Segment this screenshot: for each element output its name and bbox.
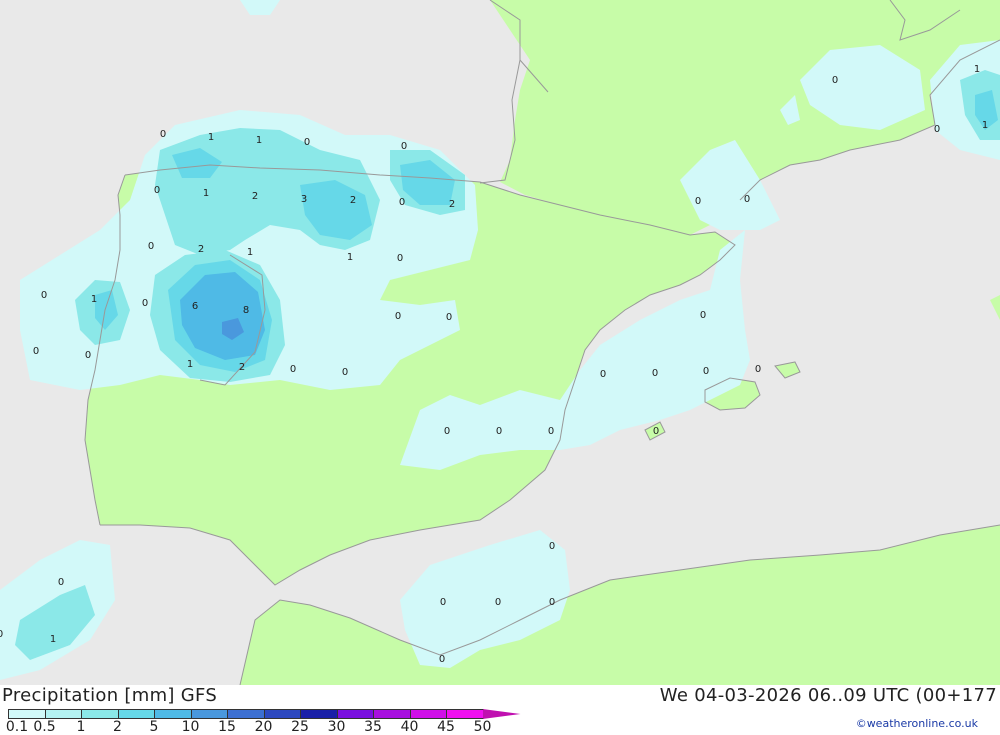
value-label: 0: [444, 426, 450, 437]
value-label: 3: [301, 194, 307, 205]
value-label: 2: [198, 244, 204, 255]
value-label: 2: [350, 195, 356, 206]
value-label: 0: [446, 312, 452, 323]
value-label: 0: [397, 253, 403, 264]
value-label: 0: [401, 141, 407, 152]
legend-swatch: [482, 709, 521, 719]
legend-swatch: [227, 709, 265, 719]
value-label: 0: [695, 196, 701, 207]
value-label: 0: [342, 367, 348, 378]
credit-link[interactable]: ©weatheronline.co.uk: [856, 717, 978, 730]
value-label: 1: [50, 634, 56, 645]
value-label: 0: [439, 654, 445, 665]
value-label: 0: [41, 290, 47, 301]
value-label: 0: [495, 597, 501, 608]
value-label: 0: [832, 75, 838, 86]
value-label: 1: [91, 294, 97, 305]
value-label: 0: [154, 185, 160, 196]
value-label: 0: [399, 197, 405, 208]
value-label: 1: [187, 359, 193, 370]
legend-swatch: [446, 709, 484, 719]
precipitation-map[interactable]: 0 1 1 0 0 0 1 2 3 2 0 2 0 2 1 1 0 0 1 0 6 8 0 0 0 0 1 2 0 0 0 0 0 0 0 0 0 0 0 0…: [0, 0, 1000, 685]
legend-swatch: [8, 709, 46, 719]
legend-swatch: [190, 709, 228, 719]
value-label: 0: [290, 364, 296, 375]
value-label: 2: [239, 362, 245, 373]
legend-swatch: [44, 709, 82, 719]
legend-swatch: [263, 709, 301, 719]
value-label: 2: [449, 199, 455, 210]
value-label: 6: [192, 301, 198, 312]
value-label: 0: [549, 597, 555, 608]
value-label: 0: [148, 241, 154, 252]
legend-swatch: [154, 709, 192, 719]
legend-swatch: [336, 709, 374, 719]
value-label: 0: [85, 350, 91, 361]
value-label: 0: [549, 541, 555, 552]
value-label: 0: [304, 137, 310, 148]
value-label: 0: [744, 194, 750, 205]
value-label: 0: [652, 368, 658, 379]
value-label: 1: [974, 64, 980, 75]
value-label: 0: [496, 426, 502, 437]
value-label: 0: [700, 310, 706, 321]
value-label: 0: [934, 124, 940, 135]
legend-swatch: [300, 709, 338, 719]
value-label: 1: [982, 120, 988, 131]
value-label: 0: [0, 629, 3, 640]
footer-bar: Precipitation [mm] GFS We 04-03-2026 06.…: [0, 685, 1000, 735]
value-label: 0: [142, 298, 148, 309]
value-label: 0: [755, 364, 761, 375]
value-label: 1: [347, 252, 353, 263]
value-label: 0: [440, 597, 446, 608]
value-label: 0: [703, 366, 709, 377]
value-label: 0: [58, 577, 64, 588]
value-label: 1: [208, 132, 214, 143]
legend-swatch: [117, 709, 155, 719]
value-label: 0: [33, 346, 39, 357]
value-label: 0: [600, 369, 606, 380]
value-label: 1: [247, 247, 253, 258]
map-title: Precipitation [mm] GFS: [2, 685, 218, 706]
legend-swatch: [373, 709, 411, 719]
value-label: 1: [256, 135, 262, 146]
value-label: 8: [243, 305, 249, 316]
value-label: 1: [203, 188, 209, 199]
legend-swatch: [81, 709, 119, 719]
value-label: 0: [395, 311, 401, 322]
map-datetime: We 04-03-2026 06..09 UTC (00+177: [659, 685, 997, 706]
value-label: 0: [653, 426, 659, 437]
legend-swatch: [409, 709, 447, 719]
value-label: 0: [160, 129, 166, 140]
value-label: 2: [252, 191, 258, 202]
value-label: 0: [548, 426, 554, 437]
